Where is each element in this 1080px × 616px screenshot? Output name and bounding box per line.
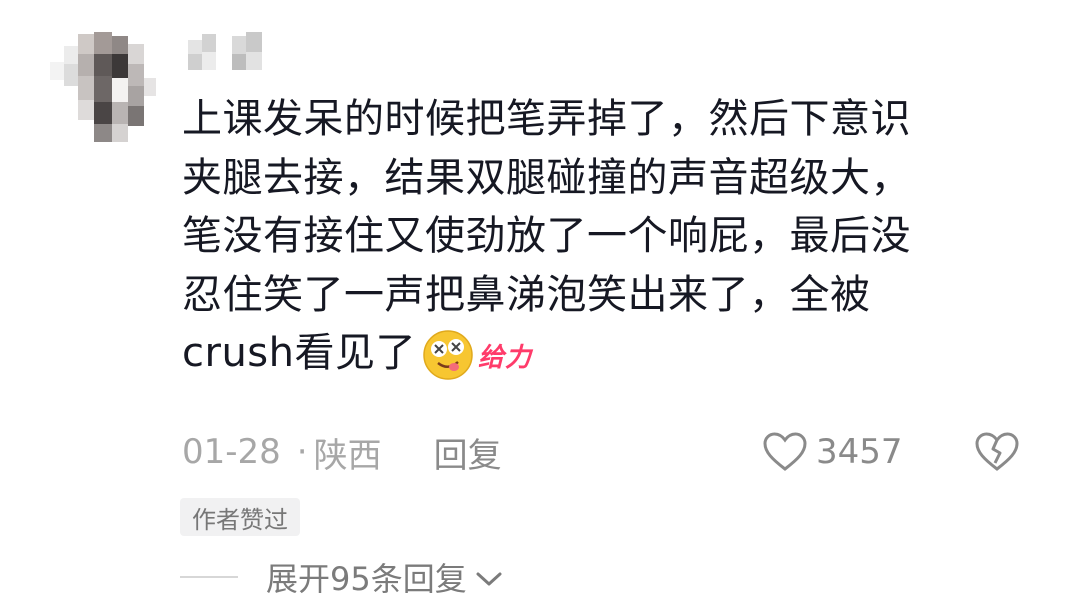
- comment-meta-row: 01-28 · 陕西 回复 3457: [182, 426, 1032, 478]
- comment-date: 01-28: [182, 432, 281, 472]
- comment-location: 陕西: [313, 435, 382, 476]
- expand-replies-button[interactable]: 展开95条回复: [180, 552, 503, 602]
- comment-line: 上课发呆的时候把笔弄掉了，然后下意识: [182, 96, 911, 142]
- avatar[interactable]: [50, 26, 158, 144]
- comment-line: 夹腿去接，结果双腿碰撞的声音超级大，: [182, 154, 911, 201]
- username-blurred[interactable]: [186, 30, 266, 76]
- comment-line: 忍住笑了一声把鼻涕泡笑出来了，全被: [182, 271, 871, 318]
- like-count: 3457: [816, 432, 903, 472]
- dislike-button[interactable]: [974, 426, 1020, 478]
- meta-separator: ·: [296, 432, 308, 472]
- author-liked-badge: 作者赞过: [180, 498, 300, 536]
- emoji-sticker-icon: [423, 330, 473, 380]
- expand-replies-label: 展开95条回复: [266, 560, 467, 598]
- dizzy-face-emoji-icon: [422, 329, 474, 381]
- like-button[interactable]: 3457: [762, 426, 903, 478]
- blurred-username-image: [188, 32, 262, 70]
- sticker-label: 给力: [477, 343, 532, 373]
- comment-line: 笔没有接住又使劲放了一个响屁，最后没: [182, 213, 911, 259]
- comment-line-end-text: crush看见了: [182, 330, 416, 376]
- author-liked-badge-label: 作者赞过: [192, 505, 288, 534]
- heart-outline-icon: [763, 432, 807, 471]
- comment-line-last: crush看见了 给力: [182, 324, 1032, 388]
- comment-text: 上课发呆的时候把笔弄掉了，然后下意识 夹腿去接，结果双腿碰撞的声音超级大， 笔没…: [182, 90, 1032, 388]
- broken-heart-icon: [975, 432, 1019, 471]
- reply-button[interactable]: 回复: [434, 428, 502, 477]
- divider-line: [180, 576, 238, 578]
- blurred-avatar-image: [50, 32, 156, 142]
- chevron-down-icon: [475, 558, 503, 596]
